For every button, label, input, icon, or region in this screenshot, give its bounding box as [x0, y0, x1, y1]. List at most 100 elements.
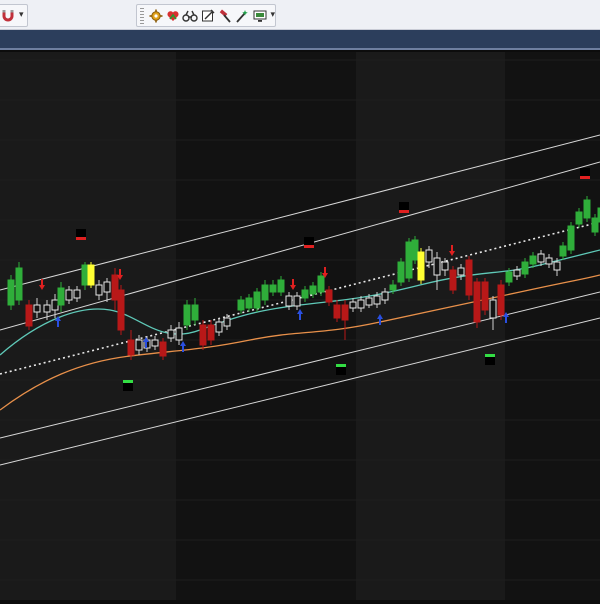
candle-body — [559, 245, 567, 257]
candle-body — [389, 284, 397, 291]
candle-body — [341, 304, 349, 321]
signal-marker-bar — [76, 237, 86, 240]
candle-body — [103, 281, 111, 293]
candle-body — [441, 261, 449, 271]
candle-body — [575, 211, 583, 225]
candle-body — [167, 329, 175, 339]
candle-body — [449, 269, 457, 291]
monitor-icon[interactable] — [251, 7, 268, 25]
candle-body — [317, 275, 325, 293]
candle-body — [25, 304, 33, 327]
candle-body — [87, 264, 95, 286]
signal-marker-bar — [123, 380, 133, 383]
candle-body — [397, 261, 405, 283]
candle-body — [151, 339, 159, 347]
candle-body — [175, 327, 183, 341]
candle-body — [567, 225, 575, 251]
binoculars-icon[interactable] — [182, 7, 199, 25]
toolbar: ▾ ▾ — [0, 0, 600, 30]
candle-body — [253, 291, 261, 309]
price-chart[interactable] — [0, 52, 600, 600]
candle-body — [489, 299, 497, 319]
candle-body — [15, 267, 23, 301]
signal-marker-bar — [485, 354, 495, 357]
candle-body — [433, 257, 441, 276]
candle-body — [191, 304, 199, 321]
toolbar-group-main: ▾ — [136, 4, 276, 27]
candle-body — [465, 259, 473, 296]
session-band — [356, 52, 505, 600]
candle-body — [33, 304, 41, 313]
candle-body — [473, 281, 481, 323]
signal-marker-bar — [336, 364, 346, 367]
candle-body — [425, 249, 433, 263]
signal-marker-box — [485, 357, 495, 365]
candle-body — [309, 285, 317, 295]
toolbar-group-left: ▾ — [0, 4, 28, 27]
draw-icon[interactable] — [199, 7, 216, 25]
candle-body — [521, 261, 529, 275]
candle-body — [43, 304, 51, 313]
signal-marker-bar — [580, 176, 590, 179]
candle-body — [73, 289, 81, 299]
candle-body — [405, 241, 413, 279]
candle-body — [529, 255, 537, 265]
candle-body — [269, 284, 277, 293]
candle-body — [57, 287, 65, 306]
candle-body — [261, 284, 269, 301]
candle-body — [497, 284, 505, 316]
gear-icon[interactable] — [147, 7, 164, 25]
signal-marker-bar — [399, 210, 409, 213]
candle-body — [7, 279, 15, 306]
candle-body — [411, 239, 419, 261]
wand-icon[interactable] — [234, 7, 251, 25]
magnet-icon[interactable] — [0, 7, 17, 25]
candle-body — [183, 304, 191, 326]
candle-body — [215, 321, 223, 333]
candle-body — [117, 289, 125, 331]
candle-body — [481, 281, 489, 311]
signal-marker-bar — [304, 245, 314, 248]
candle-body — [553, 261, 561, 271]
candle-body — [537, 253, 545, 263]
signal-marker-box — [336, 367, 346, 375]
candle-body — [277, 279, 285, 293]
candle-body — [81, 264, 89, 286]
signal-marker-box — [123, 383, 133, 391]
candle-body — [207, 324, 215, 341]
candle-body — [159, 341, 167, 357]
signal-marker-box — [76, 229, 86, 237]
candle-body — [95, 284, 103, 296]
chevron-down-icon[interactable]: ▾ — [270, 11, 275, 20]
hammer-icon[interactable] — [216, 7, 233, 25]
candle-body — [365, 297, 373, 306]
chart-header-bar — [0, 30, 600, 50]
signal-marker-box — [580, 168, 590, 176]
candle-body — [591, 217, 599, 233]
candle-body — [333, 304, 341, 319]
candle-body — [583, 199, 591, 219]
chart-area[interactable] — [0, 52, 600, 600]
candle-body — [373, 295, 381, 305]
candle-body — [223, 317, 231, 327]
toolbar-grip[interactable] — [140, 7, 144, 24]
candle-body — [505, 271, 513, 283]
signal-marker-box — [399, 202, 409, 210]
heart-icon[interactable] — [164, 7, 181, 25]
candle-body — [135, 339, 143, 351]
candle-body — [51, 299, 59, 311]
candle-body — [349, 301, 357, 309]
signal-marker-box — [304, 237, 314, 245]
candle-body — [457, 267, 465, 276]
candle-body — [199, 324, 207, 346]
candle-body — [301, 289, 309, 299]
candle-body — [545, 257, 553, 265]
session-band — [505, 52, 600, 600]
candle-body — [325, 289, 333, 303]
candle-body — [111, 274, 119, 301]
candle-body — [381, 291, 389, 301]
chevron-down-icon[interactable]: ▾ — [19, 11, 24, 20]
candle-body — [293, 295, 301, 307]
candle-body — [245, 297, 253, 309]
candle-body — [237, 299, 245, 311]
